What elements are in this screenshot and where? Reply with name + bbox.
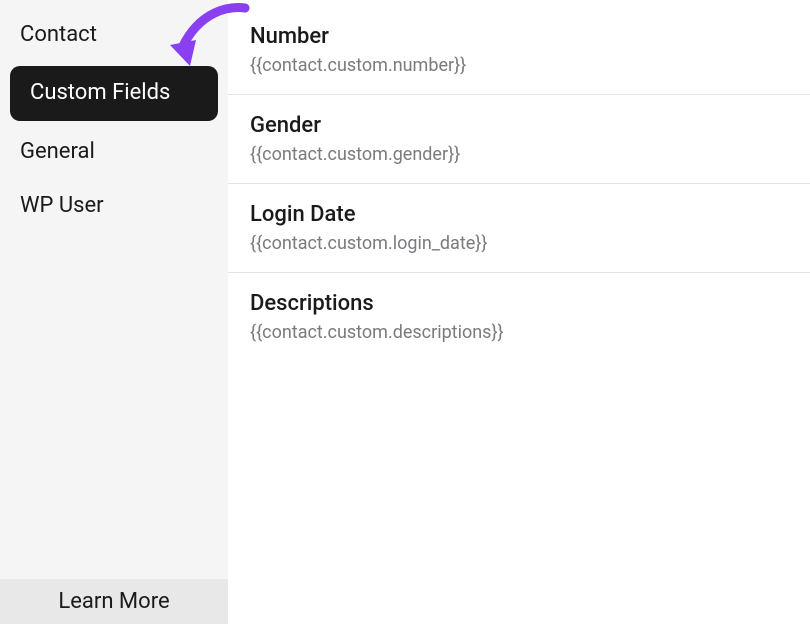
- sidebar-top: Contact Custom Fields General WP User: [0, 0, 228, 234]
- main-panel: Number {{contact.custom.number}} Gender …: [228, 0, 810, 624]
- sidebar-item-label: Custom Fields: [30, 80, 170, 105]
- field-token: {{contact.custom.number}}: [250, 55, 788, 76]
- field-row[interactable]: Number {{contact.custom.number}}: [228, 6, 810, 95]
- sidebar: Contact Custom Fields General WP User Le…: [0, 0, 228, 624]
- field-row[interactable]: Gender {{contact.custom.gender}}: [228, 95, 810, 184]
- sidebar-item-general[interactable]: General: [0, 125, 228, 179]
- field-title: Descriptions: [250, 291, 788, 316]
- learn-more-button[interactable]: Learn More: [0, 579, 228, 624]
- field-token: {{contact.custom.gender}}: [250, 144, 788, 165]
- field-row[interactable]: Login Date {{contact.custom.login_date}}: [228, 184, 810, 273]
- field-row[interactable]: Descriptions {{contact.custom.descriptio…: [228, 273, 810, 361]
- sidebar-item-label: WP User: [20, 193, 104, 218]
- sidebar-item-label: General: [20, 139, 95, 164]
- sidebar-item-wp-user[interactable]: WP User: [0, 179, 228, 233]
- field-title: Gender: [250, 113, 788, 138]
- field-token: {{contact.custom.descriptions}}: [250, 322, 788, 343]
- learn-more-label: Learn More: [58, 589, 169, 614]
- sidebar-item-label: Contact: [20, 22, 97, 47]
- field-token: {{contact.custom.login_date}}: [250, 233, 788, 254]
- field-title: Login Date: [250, 202, 788, 227]
- sidebar-item-contact[interactable]: Contact: [0, 8, 228, 62]
- sidebar-item-custom-fields[interactable]: Custom Fields: [10, 66, 218, 120]
- field-title: Number: [250, 24, 788, 49]
